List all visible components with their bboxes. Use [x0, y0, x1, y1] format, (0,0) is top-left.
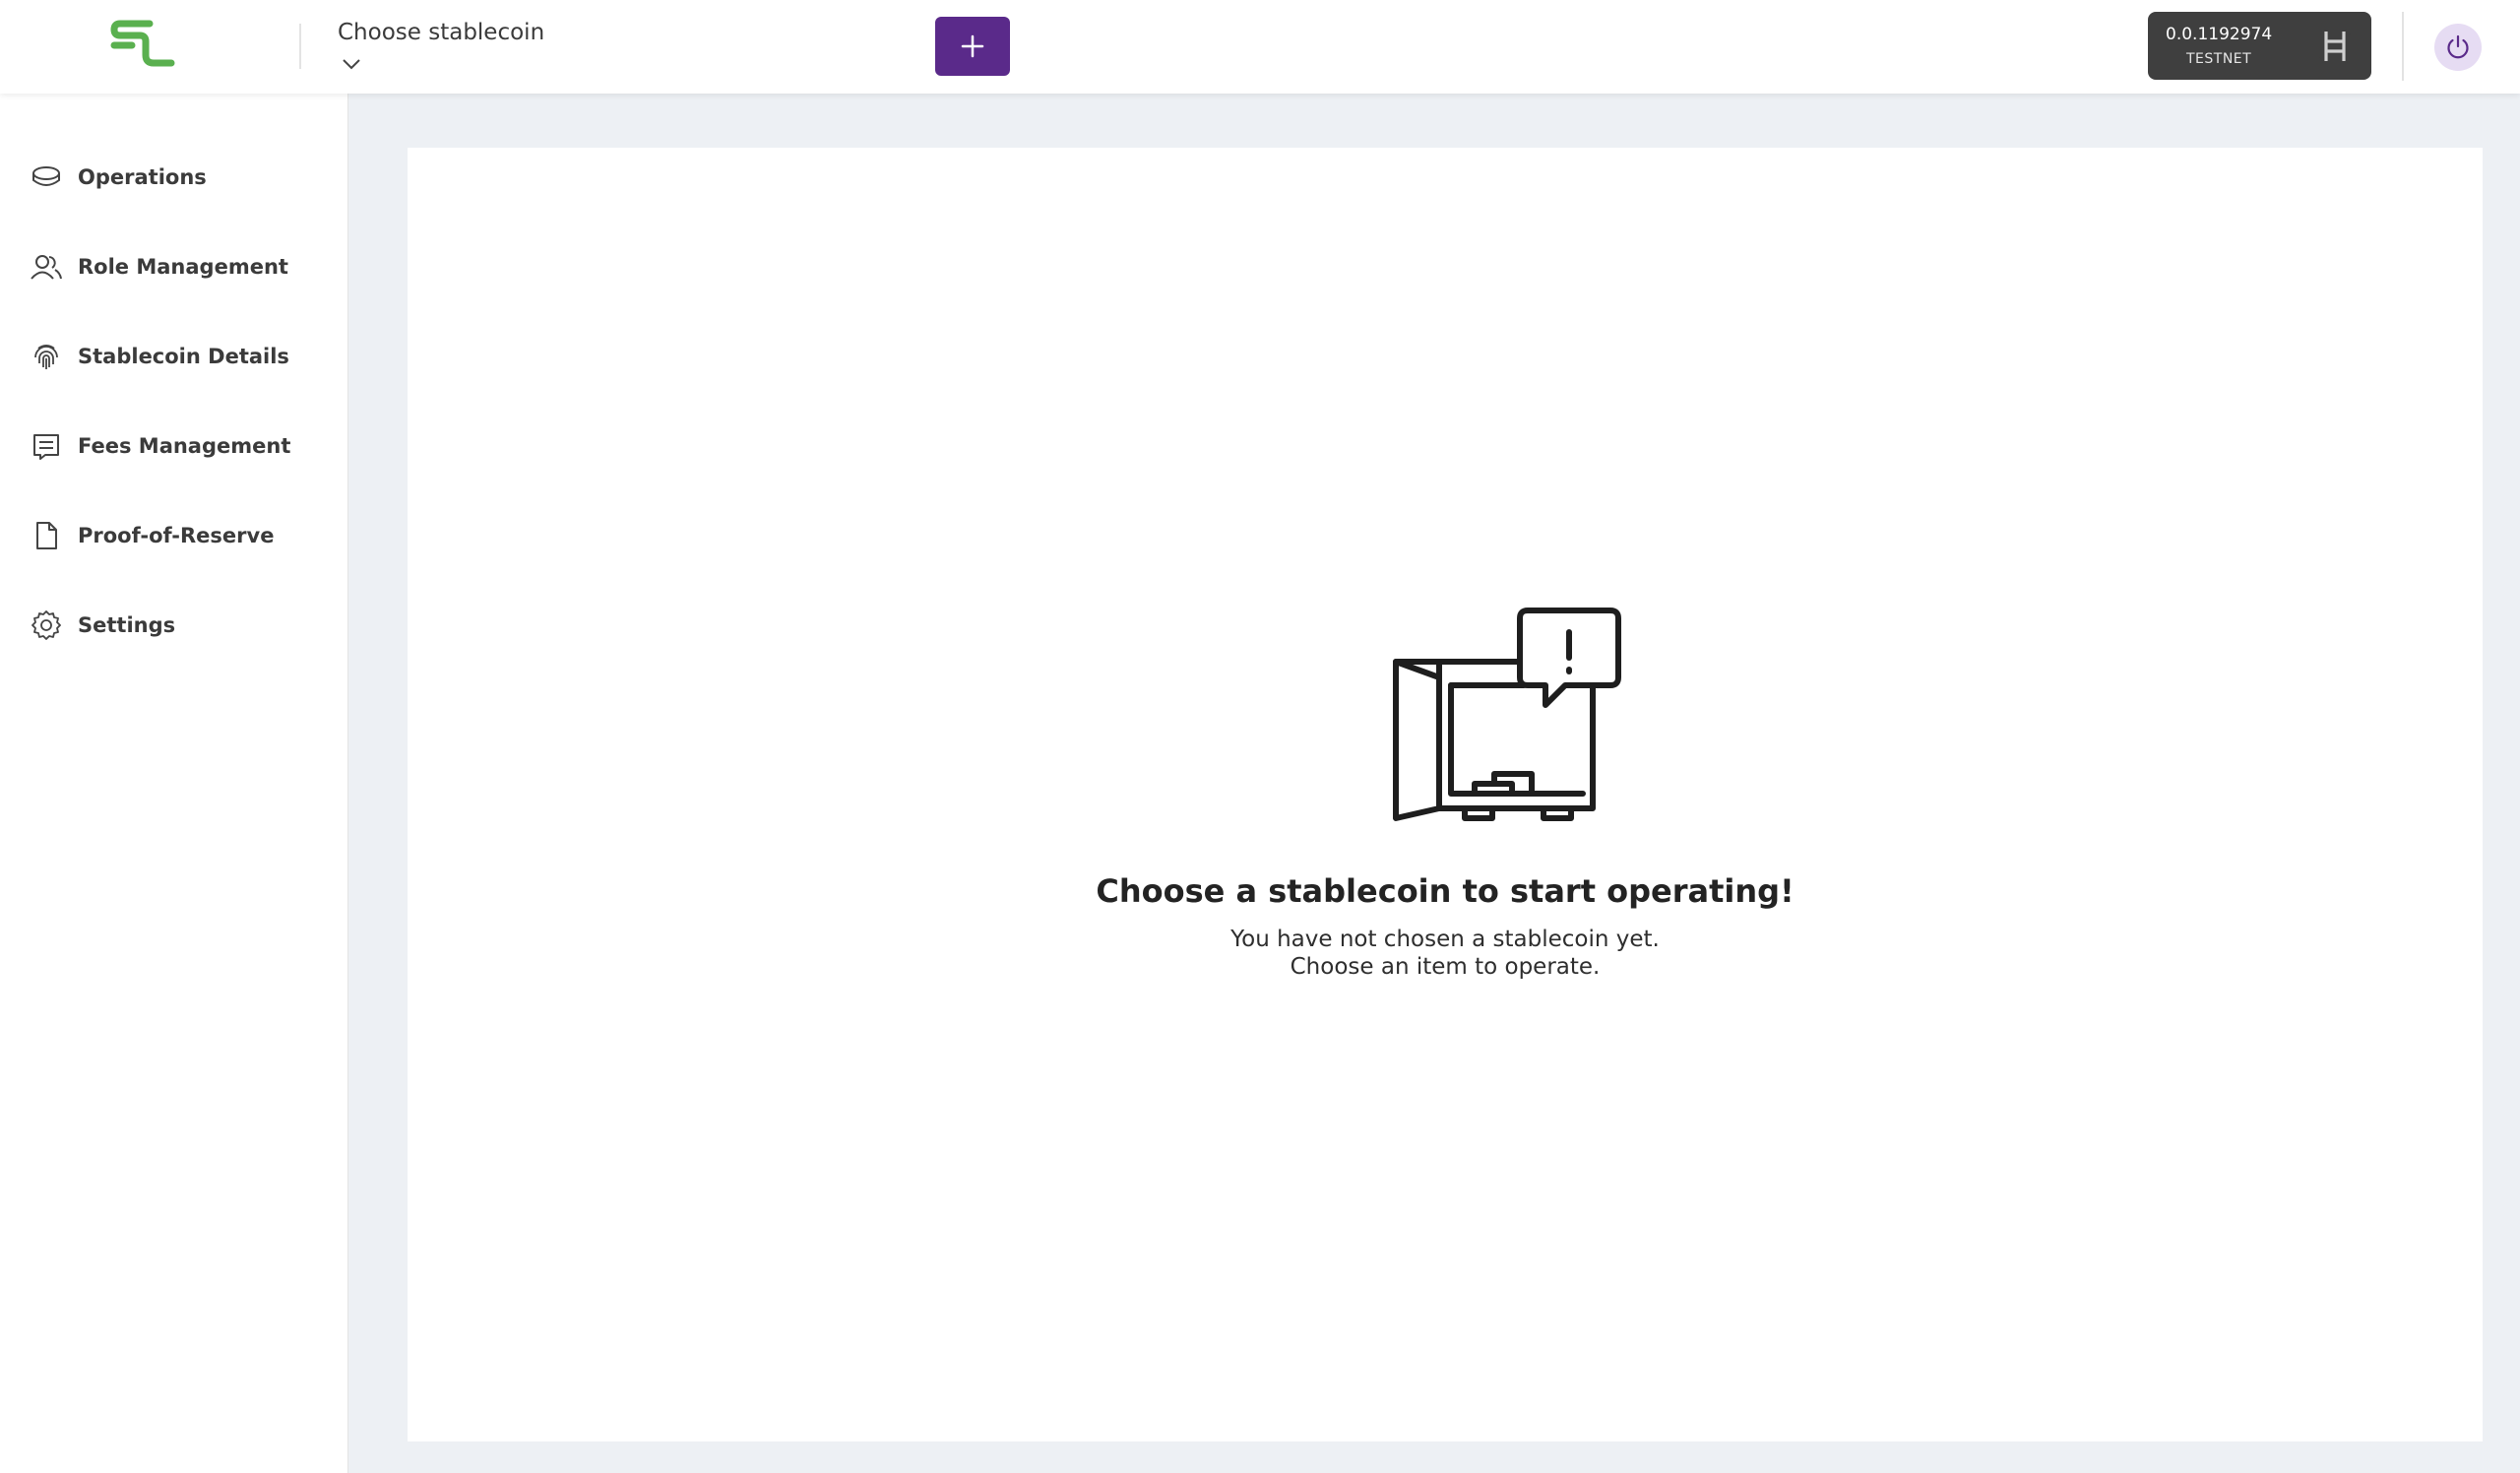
- account-badge[interactable]: 0.0.1192974 TESTNET: [2148, 12, 2371, 80]
- coins-icon: [30, 160, 63, 194]
- file-icon: [30, 519, 63, 552]
- empty-state-line-2: Choose an item to operate.: [1290, 954, 1601, 980]
- account-id: 0.0.1192974: [2166, 25, 2273, 44]
- stablecoin-selector-label: Choose stablecoin: [338, 20, 545, 45]
- sidebar-item-stablecoin-details[interactable]: Stablecoin Details: [30, 337, 325, 376]
- empty-state-line-1: You have not chosen a stablecoin yet.: [1230, 927, 1660, 952]
- hedera-logo-icon: [2319, 29, 2351, 64]
- sidebar-item-label: Fees Management: [78, 434, 291, 458]
- stablecoin-selector[interactable]: Choose stablecoin: [338, 20, 633, 77]
- users-icon: [30, 250, 63, 284]
- sidebar-item-proof-of-reserve[interactable]: Proof-of-Reserve: [30, 516, 325, 555]
- network-label: TESTNET: [2186, 51, 2252, 67]
- sidebar-item-operations[interactable]: Operations: [30, 158, 325, 197]
- sidebar-item-label: Operations: [78, 165, 207, 189]
- sidebar-item-fees-management[interactable]: Fees Management: [30, 426, 325, 466]
- power-icon: [2447, 34, 2469, 59]
- header-divider-right: [2402, 12, 2404, 81]
- empty-state-title: Choose a stablecoin to start operating!: [1096, 872, 1795, 910]
- empty-safe-illustration: [1393, 608, 1621, 821]
- empty-state-message: You have not chosen a stablecoin yet. Ch…: [408, 926, 2483, 981]
- fingerprint-icon: [30, 340, 63, 373]
- gear-icon: [30, 608, 63, 642]
- sidebar-item-label: Settings: [78, 613, 176, 637]
- disconnect-button[interactable]: [2434, 24, 2482, 71]
- sidebar-item-label: Role Management: [78, 255, 288, 279]
- main-content-panel: Choose a stablecoin to start operating! …: [408, 148, 2483, 1441]
- sidebar-item-label: Stablecoin Details: [78, 345, 289, 368]
- chevron-down-icon: [343, 59, 360, 70]
- receipt-icon: [30, 429, 63, 463]
- sidebar-item-label: Proof-of-Reserve: [78, 524, 275, 547]
- sidebar: Operations Role Management Stablecoin De…: [0, 94, 348, 1473]
- top-bar: Choose stablecoin 0.0.1192974 TESTNET: [0, 0, 2520, 94]
- sidebar-item-settings[interactable]: Settings: [30, 606, 325, 645]
- add-stablecoin-button[interactable]: [935, 17, 1010, 76]
- app-logo[interactable]: [110, 20, 175, 73]
- plus-icon: [961, 34, 984, 58]
- sidebar-item-role-management[interactable]: Role Management: [30, 247, 325, 287]
- header-divider: [299, 24, 301, 69]
